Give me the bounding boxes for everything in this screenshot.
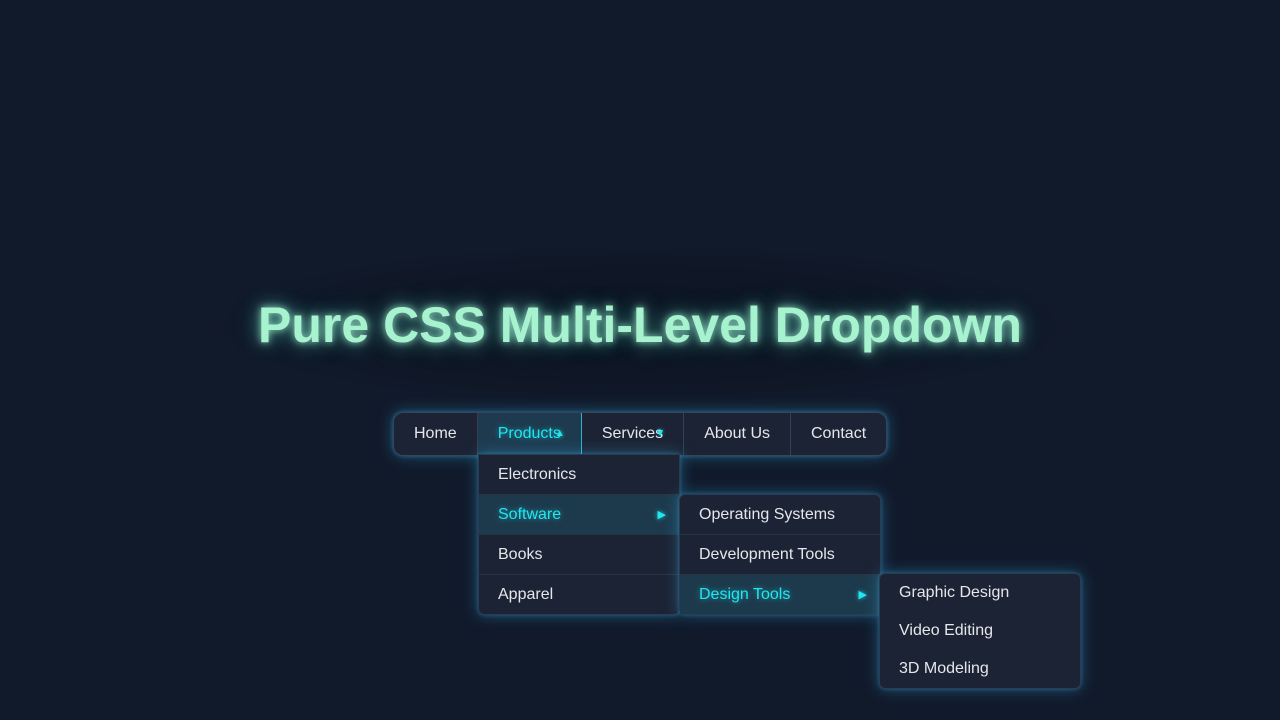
- nav-item-home[interactable]: Home: [394, 413, 478, 455]
- page-title: Pure CSS Multi-Level Dropdown: [258, 297, 1022, 353]
- menu-item-development-tools[interactable]: Development Tools: [680, 535, 880, 575]
- software-submenu: Operating Systems Development Tools Desi…: [679, 494, 881, 615]
- nav-item-label: Home: [414, 425, 457, 442]
- menu-item-label: Electronics: [498, 465, 577, 483]
- caret-down-icon: ▼: [655, 428, 666, 439]
- nav-item-contact[interactable]: Contact: [791, 413, 886, 455]
- menu-item-label: Operating Systems: [699, 505, 836, 523]
- nav-item-label: Services: [601, 425, 664, 442]
- menu-item-label: Development Tools: [699, 545, 835, 563]
- chevron-right-icon: ▶: [858, 589, 867, 601]
- nav-item-services[interactable]: Services ▼: [582, 413, 685, 455]
- menu-item-label: Graphic Design: [899, 584, 1010, 601]
- nav-item-label: Products: [497, 425, 561, 442]
- design-tools-submenu: Graphic Design Video Editing 3D Modeling: [879, 573, 1081, 689]
- chevron-right-icon: ▶: [657, 509, 666, 521]
- menu-item-label: 3D Modeling: [899, 660, 989, 677]
- menu-item-apparel[interactable]: Apparel: [479, 575, 679, 614]
- menu-item-label: Design Tools: [699, 585, 791, 603]
- menu-item-design-tools[interactable]: Design Tools ▶: [680, 575, 880, 614]
- menu-item-video-editing[interactable]: Video Editing: [880, 612, 1080, 650]
- menu-item-software[interactable]: Software ▶: [479, 495, 679, 535]
- main-nav: Home Products ▲ Services ▼ About Us Cont…: [393, 412, 888, 456]
- menu-item-electronics[interactable]: Electronics: [479, 455, 679, 495]
- menu-item-label: Software: [498, 505, 562, 523]
- nav-item-label: Contact: [811, 425, 867, 442]
- nav-item-products[interactable]: Products ▲: [477, 413, 582, 455]
- caret-up-icon: ▲: [554, 428, 565, 439]
- menu-item-label: Books: [498, 545, 543, 563]
- nav-item-about-us[interactable]: About Us: [684, 413, 791, 455]
- page: Pure CSS Multi-Level Dropdown Home Produ…: [0, 0, 1280, 720]
- menu-item-label: Video Editing: [899, 622, 993, 639]
- nav-item-label: About Us: [704, 425, 770, 442]
- menu-item-3d-modeling[interactable]: 3D Modeling: [880, 650, 1080, 688]
- products-dropdown: Electronics Software ▶ Books Apparel: [478, 454, 680, 615]
- menu-item-graphic-design[interactable]: Graphic Design: [880, 574, 1080, 612]
- menu-item-books[interactable]: Books: [479, 535, 679, 575]
- menu-item-operating-systems[interactable]: Operating Systems: [680, 495, 880, 535]
- menu-item-label: Apparel: [498, 585, 554, 603]
